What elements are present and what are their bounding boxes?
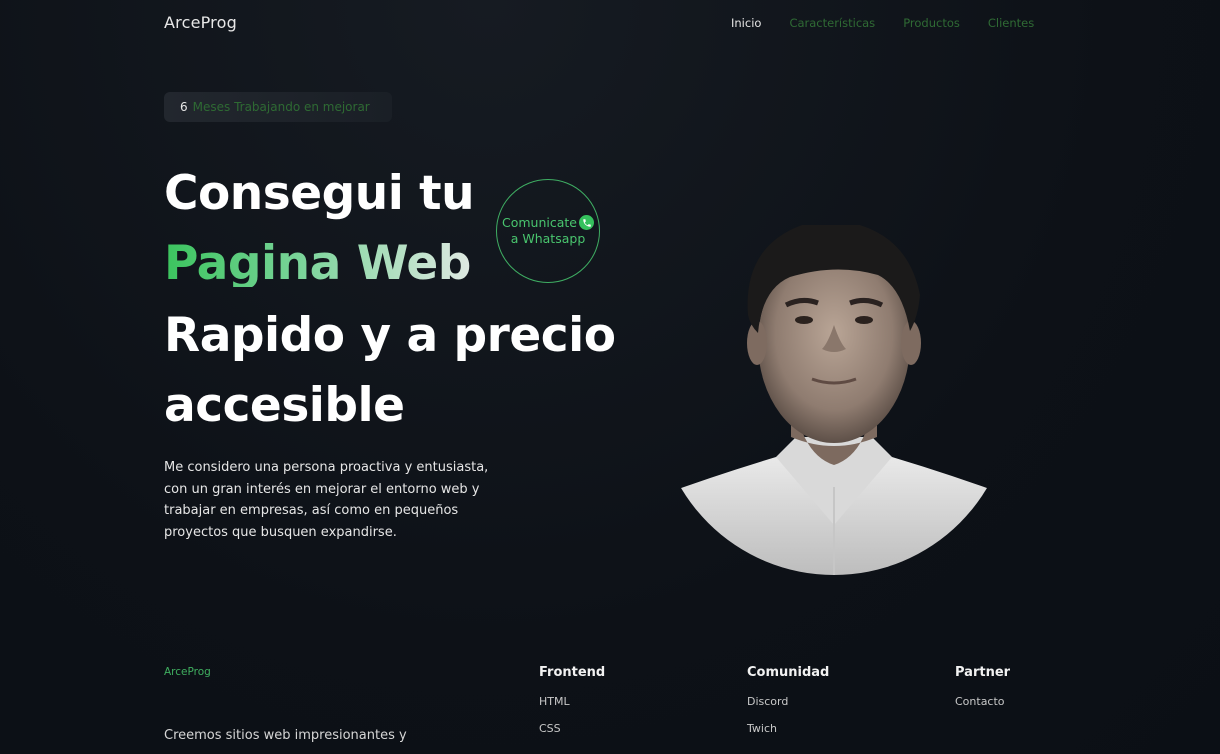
footer-column-partner: Partner Contacto: [955, 665, 1010, 722]
nav-link-clientes[interactable]: Clientes: [988, 16, 1034, 30]
footer-column-title: Comunidad: [747, 665, 830, 680]
footer-column-comunidad: Comunidad Discord Twich: [747, 665, 829, 749]
whatsapp-icon: [579, 215, 594, 231]
footer-link-html[interactable]: HTML: [539, 695, 605, 708]
hero-description: Me considero una persona proactiva y ent…: [164, 460, 489, 540]
nav-link-inicio[interactable]: Inicio: [731, 16, 761, 30]
whatsapp-label-line-1: Comunicate: [502, 214, 577, 230]
footer-brand[interactable]: ArceProg: [164, 666, 211, 678]
footer-link-css[interactable]: CSS: [539, 722, 605, 735]
experience-badge: 6 Meses Trabajando en mejorar: [164, 92, 392, 122]
badge-text: Meses Trabajando en mejorar: [192, 100, 370, 114]
profile-photo: [656, 225, 1012, 575]
hero-title-line-1: Consegui tu: [164, 166, 475, 221]
nav-link-caracteristicas[interactable]: Características: [789, 16, 875, 30]
footer-link-twich[interactable]: Twich: [747, 722, 829, 735]
site-logo[interactable]: ArceProg: [164, 13, 237, 32]
whatsapp-button[interactable]: Comunicate a Whatsapp: [496, 179, 600, 283]
badge-number: 6: [180, 100, 188, 114]
footer-link-discord[interactable]: Discord: [747, 695, 829, 708]
nav-link-productos[interactable]: Productos: [903, 16, 960, 30]
footer-link-contacto[interactable]: Contacto: [955, 695, 1010, 708]
footer-column-frontend: Frontend HTML CSS: [539, 665, 605, 749]
footer-tagline: Creemos sitios web impresionantes y: [164, 728, 407, 743]
whatsapp-label-line-2: a Whatsapp: [510, 231, 586, 246]
footer-column-title: Frontend: [539, 665, 606, 680]
footer-column-title: Partner: [955, 665, 1011, 680]
hero-title-line-4: accesible: [164, 378, 405, 433]
hero-title-line-3: Rapido y a precio: [164, 308, 616, 363]
main-nav: Inicio Características Productos Cliente…: [731, 16, 1034, 30]
hero-title-highlight: Pagina Web: [164, 236, 471, 291]
